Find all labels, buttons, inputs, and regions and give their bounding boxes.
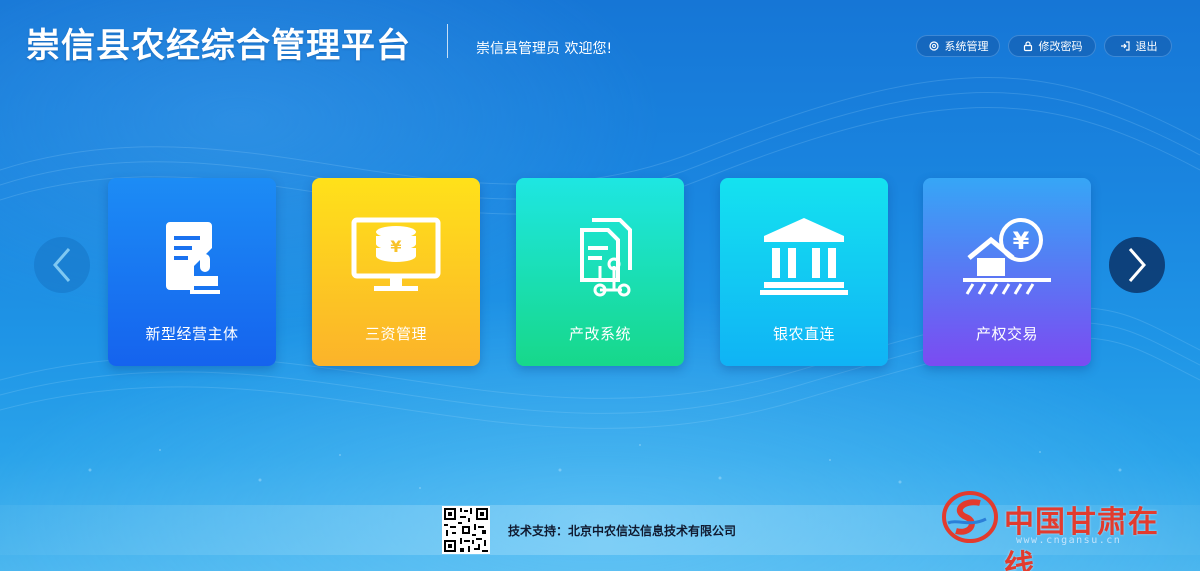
bank-icon xyxy=(756,214,852,298)
monitor-yuan-icon: ¥ xyxy=(348,214,444,298)
svg-text:¥: ¥ xyxy=(1013,227,1030,255)
watermark-text: 中国甘肃在线 xyxy=(1004,505,1159,571)
qr-code-icon xyxy=(442,506,490,554)
logout-label: 退出 xyxy=(1135,40,1158,53)
logout-icon xyxy=(1120,41,1130,51)
card-label: 新型经营主体 xyxy=(145,325,239,343)
card-property-rights-trading[interactable]: ¥ 产权交易 xyxy=(923,178,1091,366)
card-label: 产改系统 xyxy=(568,325,631,343)
chevron-left-icon xyxy=(53,248,71,282)
card-bank-farmer-direct[interactable]: 银农直连 xyxy=(720,178,888,366)
change-password-label: 修改密码 xyxy=(1038,40,1083,53)
card-three-assets-management[interactable]: ¥ 三资管理 xyxy=(312,178,480,366)
technical-support-text: 技术支持：北京中农信达信息技术有限公司 xyxy=(508,524,737,538)
watermark: 中国甘肃在线 www.cngansu.cn xyxy=(940,485,1180,571)
system-management-label: 系统管理 xyxy=(944,40,989,53)
platform-title: 崇信县农经综合管理平台 xyxy=(26,26,411,66)
lock-icon xyxy=(1023,41,1032,52)
logout-button[interactable]: 退出 xyxy=(1104,35,1172,57)
document-stamp-icon xyxy=(144,214,240,298)
header-divider xyxy=(447,24,448,58)
top-header: 崇信县农经综合管理平台 崇信县管理员 欢迎您! 系统管理 修改密码 退出 xyxy=(0,0,1200,92)
watermark-url: www.cngansu.cn xyxy=(1016,535,1122,546)
gear-icon xyxy=(928,41,939,51)
carousel-prev-button[interactable] xyxy=(34,237,90,293)
house-yuan-icon: ¥ xyxy=(959,214,1055,298)
document-flow-icon xyxy=(552,214,648,298)
card-label: 银农直连 xyxy=(772,325,835,343)
chevron-right-icon xyxy=(1128,248,1146,282)
svg-text:¥: ¥ xyxy=(390,237,401,256)
watermark-logo-icon xyxy=(942,491,998,543)
system-management-button[interactable]: 系统管理 xyxy=(916,35,1000,57)
carousel-next-button[interactable] xyxy=(1109,237,1165,293)
welcome-text: 崇信县管理员 欢迎您! xyxy=(476,41,613,57)
card-reform-system[interactable]: 产改系统 xyxy=(516,178,684,366)
card-label: 三资管理 xyxy=(364,325,427,343)
change-password-button[interactable]: 修改密码 xyxy=(1008,35,1096,57)
card-new-business-entity[interactable]: 新型经营主体 xyxy=(108,178,276,366)
card-label: 产权交易 xyxy=(975,325,1038,343)
